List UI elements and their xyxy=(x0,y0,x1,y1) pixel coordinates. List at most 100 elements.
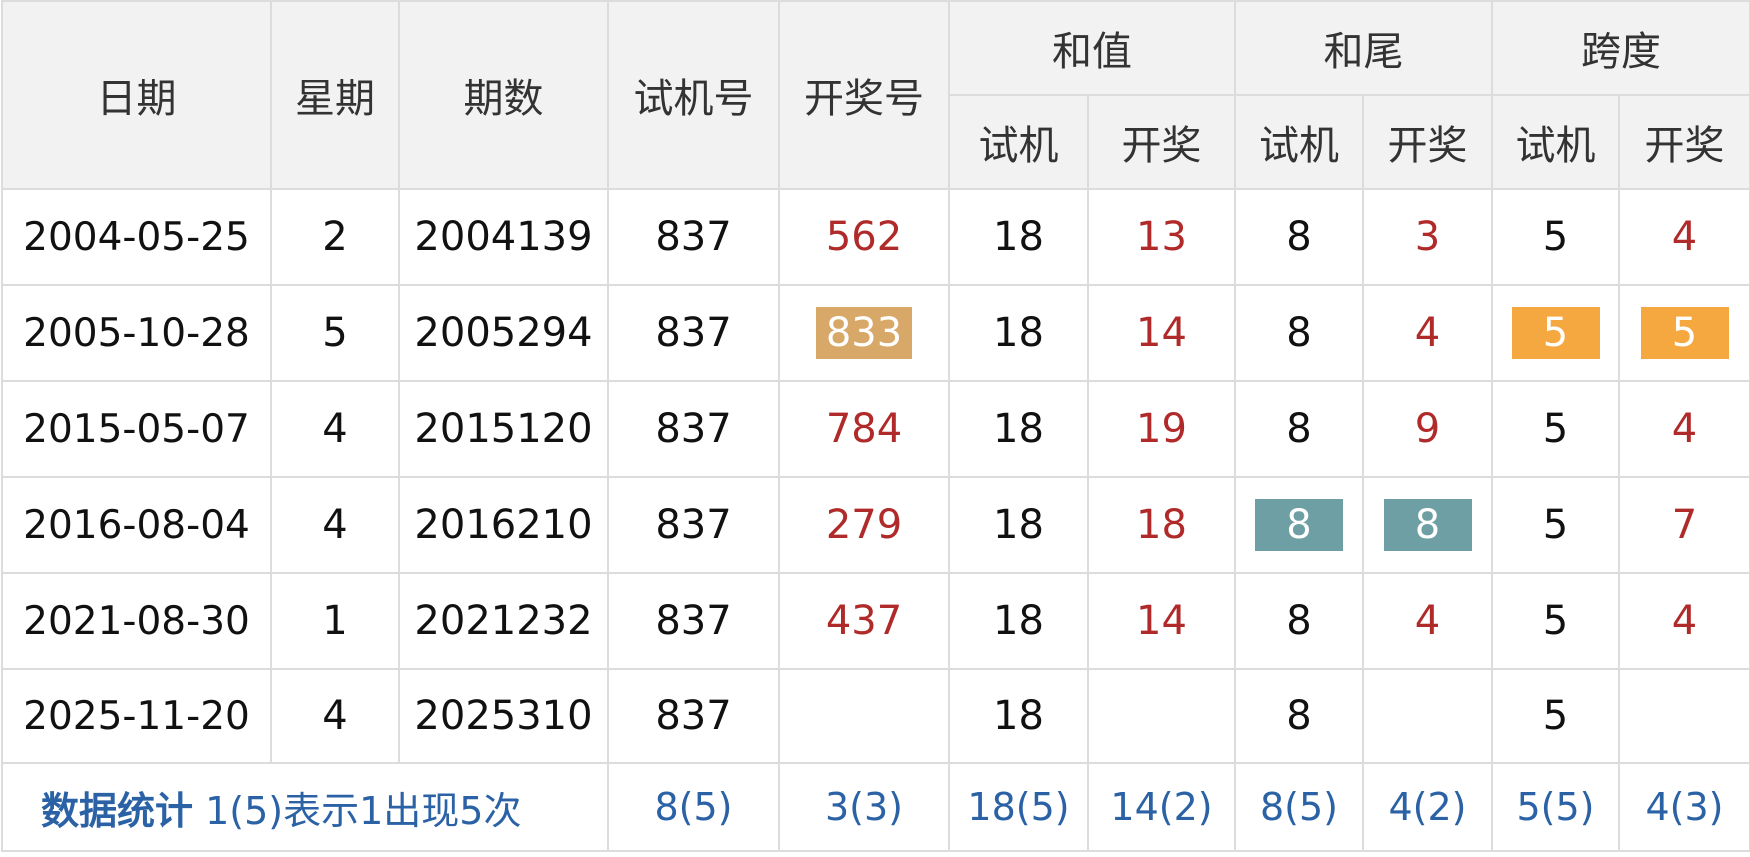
header-span: 跨度 xyxy=(1491,0,1750,96)
cell-date: 2004-05-25 xyxy=(1,188,272,286)
stats-label-cell: 数据统计 1(5)表示1出现5次 xyxy=(1,762,609,852)
header-sum-draw: 开奖 xyxy=(1087,94,1236,190)
header-date: 日期 xyxy=(1,0,272,190)
cell-trial-number: 837 xyxy=(607,668,780,764)
cell-span-trial: 5 xyxy=(1491,572,1620,670)
cell-draw-number: 437 xyxy=(778,572,950,670)
cell-span-trial: 5 xyxy=(1491,380,1620,478)
cell-tail-draw: 4 xyxy=(1362,572,1493,670)
cell-span-trial: 5 xyxy=(1491,668,1620,764)
cell-date: 2015-05-07 xyxy=(1,380,272,478)
cell-weekday: 1 xyxy=(270,572,400,670)
cell-trial-number: 837 xyxy=(607,380,780,478)
match-highlight: 5 xyxy=(1640,307,1729,359)
table-row: 2004-05-25 2 2004139 837 562 18 13 8 3 5… xyxy=(1,188,1750,286)
table-row: 2021-08-30 1 2021232 837 437 18 14 8 4 5… xyxy=(1,572,1750,670)
cell-tail-draw: 4 xyxy=(1362,284,1493,382)
cell-tail-trial: 8 xyxy=(1234,668,1364,764)
header-tail-trial: 试机 xyxy=(1234,94,1364,190)
cell-tail-draw: 3 xyxy=(1362,188,1493,286)
cell-span-trial: 5 xyxy=(1491,284,1620,382)
stats-span-draw: 4(3) xyxy=(1618,762,1750,852)
cell-tail-draw: 9 xyxy=(1362,380,1493,478)
cell-weekday: 2 xyxy=(270,188,400,286)
stats-note: 1(5)表示1出现5次 xyxy=(205,788,522,833)
cell-sum-trial: 18 xyxy=(948,380,1089,478)
cell-span-draw: 7 xyxy=(1618,476,1750,574)
cell-span-draw: 5 xyxy=(1618,284,1750,382)
lottery-history-table: 日期 星期 期数 试机号 开奖号 和值 和尾 跨度 试机 开奖 试机 开奖 试机… xyxy=(1,0,1750,852)
stats-trial: 8(5) xyxy=(607,762,780,852)
cell-sum-draw: 19 xyxy=(1087,380,1236,478)
match-highlight: 833 xyxy=(815,307,913,359)
header-sum: 和值 xyxy=(948,0,1236,96)
match-highlight: 8 xyxy=(1255,499,1343,551)
header-span-trial: 试机 xyxy=(1491,94,1620,190)
cell-issue: 2016210 xyxy=(398,476,609,574)
stats-draw: 3(3) xyxy=(778,762,950,852)
table-row: 2005-10-28 5 2005294 837 833 18 14 8 4 5… xyxy=(1,284,1750,382)
cell-sum-trial: 18 xyxy=(948,188,1089,286)
cell-span-draw: 4 xyxy=(1618,380,1750,478)
cell-weekday: 4 xyxy=(270,380,400,478)
stats-sum-trial: 18(5) xyxy=(948,762,1089,852)
cell-draw-number: 562 xyxy=(778,188,950,286)
cell-span-draw xyxy=(1618,668,1750,764)
cell-issue: 2004139 xyxy=(398,188,609,286)
header-trial-number: 试机号 xyxy=(607,0,780,190)
cell-draw-number xyxy=(778,668,950,764)
table-row: 2025-11-20 4 2025310 837 18 8 5 xyxy=(1,668,1750,764)
table-row: 2016-08-04 4 2016210 837 279 18 18 8 8 5… xyxy=(1,476,1750,574)
match-highlight: 5 xyxy=(1511,307,1600,359)
cell-tail-draw: 8 xyxy=(1362,476,1493,574)
cell-trial-number: 837 xyxy=(607,476,780,574)
stats-title: 数据统计 xyxy=(41,788,194,833)
cell-issue: 2021232 xyxy=(398,572,609,670)
cell-date: 2025-11-20 xyxy=(1,668,272,764)
cell-sum-draw: 14 xyxy=(1087,572,1236,670)
cell-span-trial: 5 xyxy=(1491,188,1620,286)
header-tail-draw: 开奖 xyxy=(1362,94,1493,190)
cell-span-trial: 5 xyxy=(1491,476,1620,574)
cell-tail-draw xyxy=(1362,668,1493,764)
match-highlight: 8 xyxy=(1383,499,1472,551)
cell-issue: 2005294 xyxy=(398,284,609,382)
table-row: 2015-05-07 4 2015120 837 784 18 19 8 9 5… xyxy=(1,380,1750,478)
cell-trial-number: 837 xyxy=(607,284,780,382)
stats-tail-draw: 4(2) xyxy=(1362,762,1493,852)
cell-tail-trial: 8 xyxy=(1234,284,1364,382)
cell-sum-trial: 18 xyxy=(948,572,1089,670)
cell-trial-number: 837 xyxy=(607,572,780,670)
header-sum-trial: 试机 xyxy=(948,94,1089,190)
cell-trial-number: 837 xyxy=(607,188,780,286)
cell-weekday: 4 xyxy=(270,476,400,574)
cell-draw-number: 279 xyxy=(778,476,950,574)
cell-tail-trial: 8 xyxy=(1234,380,1364,478)
stats-row: 数据统计 1(5)表示1出现5次 8(5) 3(3) 18(5) 14(2) 8… xyxy=(1,762,1750,852)
cell-sum-draw: 13 xyxy=(1087,188,1236,286)
header-sum-tail: 和尾 xyxy=(1234,0,1493,96)
cell-draw-number: 833 xyxy=(778,284,950,382)
cell-issue: 2015120 xyxy=(398,380,609,478)
cell-sum-draw xyxy=(1087,668,1236,764)
cell-tail-trial: 8 xyxy=(1234,188,1364,286)
cell-sum-trial: 18 xyxy=(948,668,1089,764)
cell-issue: 2025310 xyxy=(398,668,609,764)
cell-tail-trial: 8 xyxy=(1234,476,1364,574)
cell-sum-draw: 14 xyxy=(1087,284,1236,382)
stats-tail-trial: 8(5) xyxy=(1234,762,1364,852)
header-weekday: 星期 xyxy=(270,0,400,190)
cell-date: 2021-08-30 xyxy=(1,572,272,670)
cell-weekday: 4 xyxy=(270,668,400,764)
cell-date: 2016-08-04 xyxy=(1,476,272,574)
header-row-primary: 日期 星期 期数 试机号 开奖号 和值 和尾 跨度 xyxy=(1,0,1750,190)
cell-span-draw: 4 xyxy=(1618,188,1750,286)
cell-span-draw: 4 xyxy=(1618,572,1750,670)
cell-tail-trial: 8 xyxy=(1234,572,1364,670)
cell-sum-trial: 18 xyxy=(948,284,1089,382)
header-span-draw: 开奖 xyxy=(1618,94,1750,190)
stats-sum-draw: 14(2) xyxy=(1087,762,1236,852)
cell-draw-number: 784 xyxy=(778,380,950,478)
stats-span-trial: 5(5) xyxy=(1491,762,1620,852)
cell-weekday: 5 xyxy=(270,284,400,382)
